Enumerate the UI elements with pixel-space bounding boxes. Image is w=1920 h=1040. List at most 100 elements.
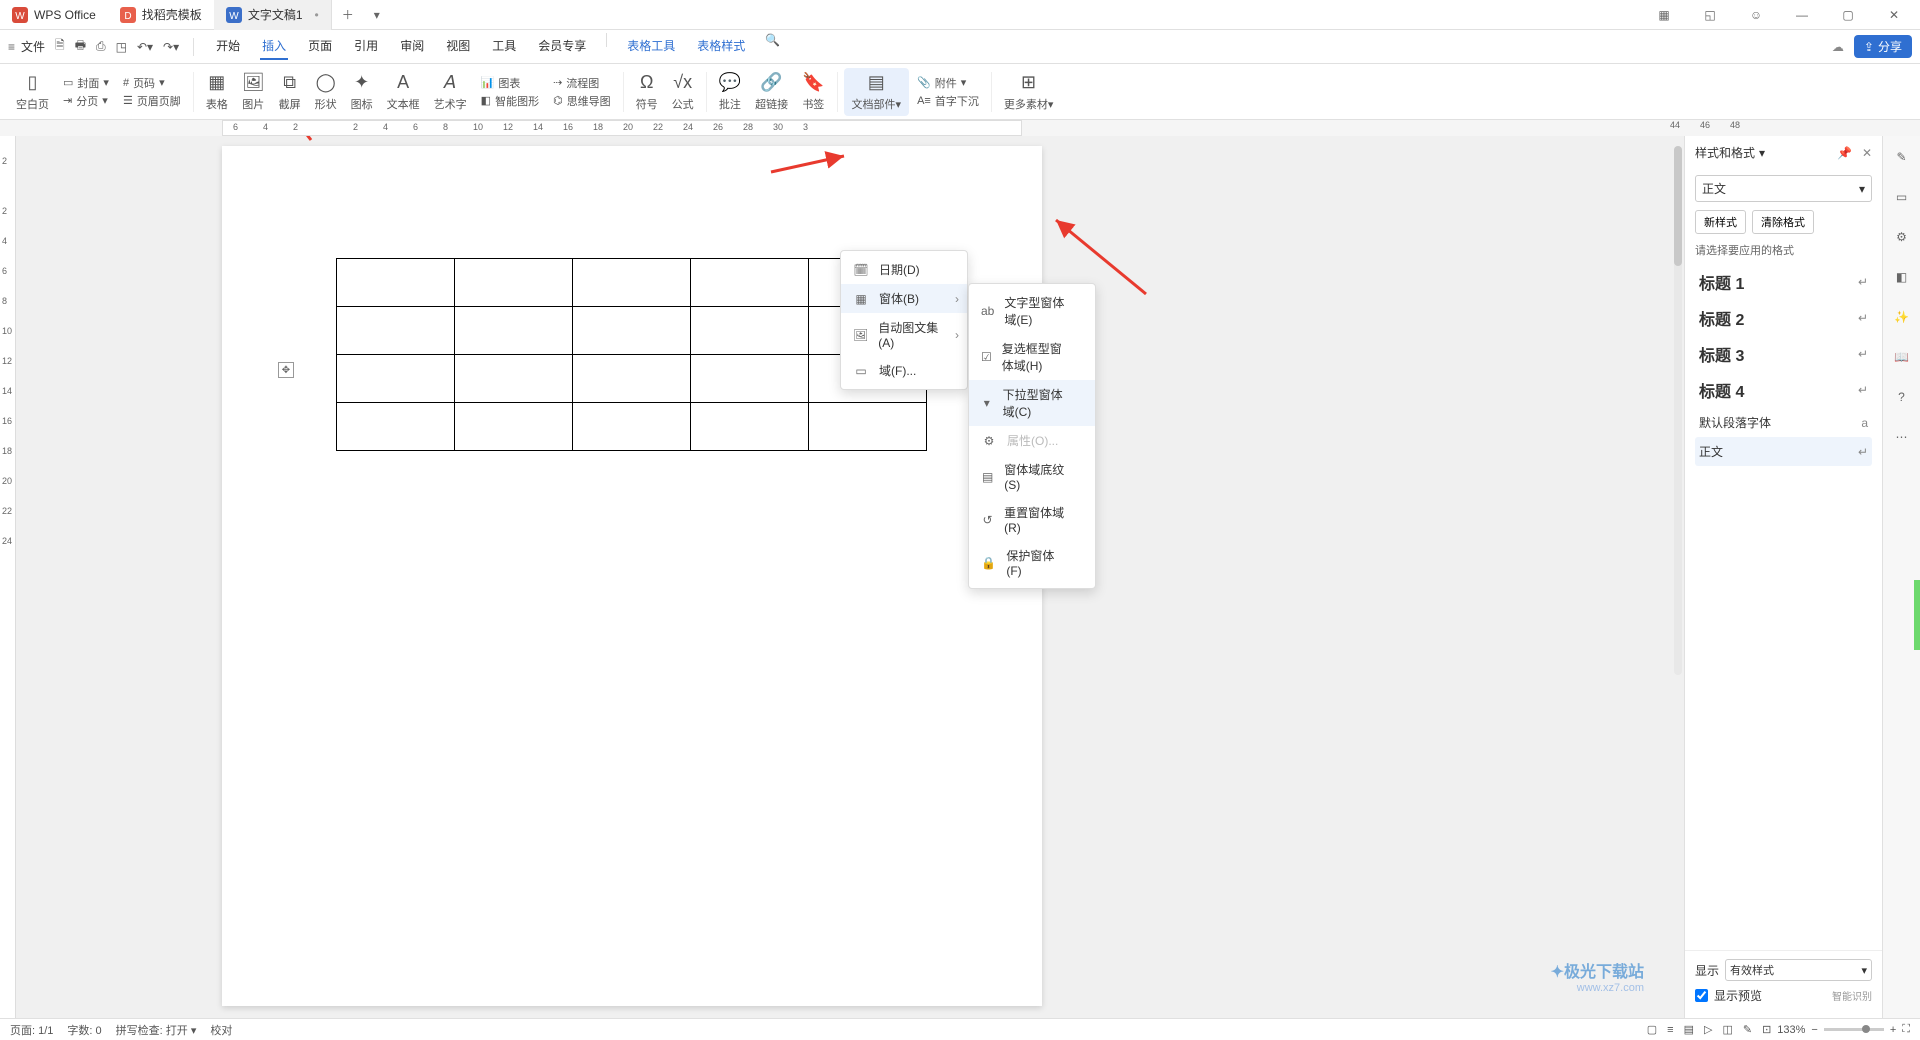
share-button[interactable]: ⇪ 分享 [1854, 35, 1912, 58]
tab-add-dropdown[interactable]: ▾ [364, 8, 390, 22]
ribbon-bookmark[interactable]: 🔖书签 [796, 72, 830, 112]
ribbon-page-num[interactable]: #页码▾ [123, 75, 181, 91]
file-menu[interactable]: 文件 [21, 38, 45, 55]
ribbon-page-break[interactable]: ⇥分页▾ [63, 93, 109, 109]
titlebar-grid-icon[interactable]: ▦ [1648, 1, 1680, 29]
ribbon-wordart[interactable]: 𝘈艺术字 [428, 72, 473, 112]
cloud-icon[interactable]: ☁ [1832, 40, 1844, 54]
vertical-ruler[interactable]: 2 2 4 6 8 10 12 14 16 18 20 22 24 [0, 136, 16, 1018]
ribbon-blank-page[interactable]: ▯空白页 [10, 72, 55, 112]
menu-page[interactable]: 页面 [306, 33, 334, 60]
ribbon-comment[interactable]: 💬批注 [713, 72, 747, 112]
menu-member[interactable]: 会员专享 [536, 33, 588, 60]
style-item-h1[interactable]: 标题 1↵ [1695, 264, 1872, 300]
zoom-fit-icon[interactable]: ⊡ [1762, 1023, 1771, 1036]
table-move-handle[interactable]: ✥ [278, 362, 294, 378]
qat-export-icon[interactable]: ◳ [116, 40, 127, 54]
style-item-h4[interactable]: 标题 4↵ [1695, 372, 1872, 408]
qat-redo-icon[interactable]: ↷▾ [163, 40, 179, 54]
titlebar-cube-icon[interactable]: ◱ [1694, 1, 1726, 29]
menu-reference[interactable]: 引用 [352, 33, 380, 60]
menu-tools[interactable]: 工具 [490, 33, 518, 60]
ribbon-screenshot[interactable]: ⧉截屏 [273, 72, 307, 112]
status-words[interactable]: 字数: 0 [67, 1022, 101, 1038]
ribbon-dropcap[interactable]: A≡首字下沉 [917, 93, 979, 109]
ribbon-shape[interactable]: ◯形状 [309, 72, 343, 112]
vertical-scrollbar[interactable] [1674, 146, 1682, 675]
menu-item-shading[interactable]: ▤窗体域底纹(S) [969, 455, 1095, 498]
new-style-button[interactable]: 新样式 [1695, 210, 1746, 234]
search-icon[interactable]: 🔍 [765, 33, 780, 60]
chevron-down-icon[interactable]: ▾ [1759, 146, 1765, 160]
rail-select-icon[interactable]: ▭ [1891, 186, 1913, 208]
ribbon-mindmap[interactable]: ⌬思维导图 [553, 93, 611, 109]
ribbon-header-footer[interactable]: ☰页眉页脚 [123, 93, 181, 109]
rail-book-icon[interactable]: 📖 [1891, 346, 1913, 368]
menu-item-autotext[interactable]: 🖼自动图文集(A)› [841, 313, 967, 356]
qat-undo-icon[interactable]: ↶▾ [137, 40, 153, 54]
view-draft-icon[interactable]: ◫ [1722, 1023, 1732, 1036]
zoom-control[interactable]: ⊡ 133% − + ⛶ [1762, 1023, 1910, 1036]
rail-help-icon[interactable]: ? [1891, 386, 1913, 408]
view-read-icon[interactable]: ▷ [1704, 1023, 1712, 1036]
menu-item-checkbox-field[interactable]: ☑复选框型窗体域(H) [969, 334, 1095, 380]
rail-settings-icon[interactable]: ⚙ [1891, 226, 1913, 248]
qat-print-preview-icon[interactable]: 🖶 [75, 36, 86, 57]
window-minimize[interactable]: — [1786, 1, 1818, 29]
style-item-h3[interactable]: 标题 3↵ [1695, 336, 1872, 372]
tab-document[interactable]: W 文字文稿1 • [214, 0, 332, 30]
current-style-select[interactable]: 正文 ▾ [1695, 175, 1872, 202]
zoom-out-icon[interactable]: − [1811, 1024, 1817, 1036]
menu-start[interactable]: 开始 [214, 33, 242, 60]
menu-review[interactable]: 审阅 [398, 33, 426, 60]
ribbon-icon[interactable]: ✦图标 [345, 72, 379, 112]
menu-item-protect[interactable]: 🔒保护窗体(F) [969, 541, 1095, 584]
status-proof[interactable]: 校对 [210, 1022, 232, 1038]
fullscreen-icon[interactable]: ⛶ [1902, 1023, 1910, 1036]
ribbon-picture[interactable]: 🖼图片 [236, 72, 271, 112]
scrollbar-thumb[interactable] [1674, 146, 1682, 266]
view-split-icon[interactable]: ✎ [1743, 1023, 1752, 1036]
ribbon-hyperlink[interactable]: 🔗超链接 [749, 72, 794, 112]
rail-effects-icon[interactable]: ✨ [1891, 306, 1913, 328]
tab-wps-home[interactable]: W WPS Office [0, 0, 108, 30]
qat-print-icon[interactable]: ⎙ [96, 39, 106, 54]
zoom-slider-thumb[interactable] [1862, 1025, 1870, 1033]
view-outline-icon[interactable]: ≡ [1667, 1024, 1673, 1036]
ribbon-smartart[interactable]: ◧智能图形 [481, 93, 539, 109]
ribbon-flowchart[interactable]: ⇢流程图 [553, 75, 611, 91]
hamburger-icon[interactable]: ≡ [8, 40, 15, 54]
status-page[interactable]: 页面: 1/1 [10, 1022, 53, 1038]
window-maximize[interactable]: ▢ [1832, 1, 1864, 29]
horizontal-ruler[interactable]: 6 4 2 2 4 6 8 10 12 14 16 18 20 22 24 26… [222, 120, 1022, 136]
tab-template[interactable]: D 找稻壳模板 [108, 0, 214, 30]
menu-item-reset[interactable]: ↺重置窗体域(R) [969, 498, 1095, 541]
window-close[interactable]: ✕ [1878, 1, 1910, 29]
menu-item-date[interactable]: 🗓日期(D) [841, 255, 967, 284]
ribbon-symbol[interactable]: Ω符号 [630, 72, 664, 112]
menu-insert[interactable]: 插入 [260, 33, 288, 60]
qat-save-icon[interactable]: 🗎 [55, 36, 65, 57]
titlebar-avatar-icon[interactable]: ☺ [1740, 1, 1772, 29]
zoom-slider[interactable] [1824, 1028, 1884, 1031]
ribbon-table[interactable]: ▦表格 [200, 72, 234, 112]
ribbon-textbox[interactable]: A文本框 [381, 72, 426, 112]
preview-checkbox[interactable] [1695, 989, 1708, 1002]
rail-pencil-icon[interactable]: ✎ [1891, 146, 1913, 168]
view-web-icon[interactable]: ▤ [1684, 1023, 1694, 1036]
zoom-in-icon[interactable]: + [1890, 1024, 1896, 1036]
ribbon-equation[interactable]: √x公式 [666, 72, 700, 112]
menu-table-tools[interactable]: 表格工具 [625, 33, 677, 60]
ribbon-chart[interactable]: 📊图表 [481, 75, 539, 91]
status-spellcheck[interactable]: 拼写检查: 打开 ▾ [116, 1022, 197, 1038]
rail-more-icon[interactable]: ⋯ [1891, 426, 1913, 448]
ribbon-doc-parts[interactable]: ▤文档部件▾ [844, 68, 910, 116]
smart-recog-label[interactable]: 智能识别 [1832, 988, 1872, 1003]
ribbon-more[interactable]: ⊞更多素材▾ [998, 72, 1060, 112]
menu-item-properties[interactable]: ⚙属性(O)... [969, 426, 1095, 455]
menu-item-field[interactable]: ▭域(F)... [841, 356, 967, 385]
rail-layers-icon[interactable]: ◧ [1891, 266, 1913, 288]
menu-item-text-field[interactable]: ab文字型窗体域(E) [969, 288, 1095, 334]
show-filter-select[interactable]: 有效样式▾ [1725, 959, 1872, 981]
view-page-icon[interactable]: ▢ [1647, 1023, 1657, 1036]
